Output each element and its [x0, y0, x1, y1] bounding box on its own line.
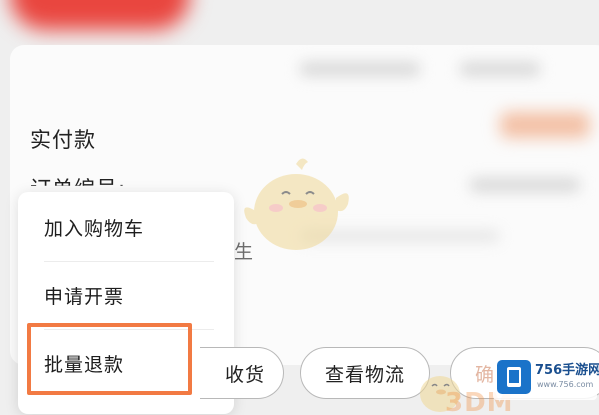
request-invoice-label: 申请开票 [44, 285, 125, 308]
view-logistics-label: 查看物流 [324, 363, 405, 386]
watermark-logo: 756手游网 www.756.com [493, 356, 599, 400]
chick-mascot-icon [244, 158, 349, 250]
confirm-receipt-label: 收货 [224, 363, 265, 386]
confirm-receipt-button[interactable]: 收货 [200, 347, 284, 399]
blurred-text [470, 178, 580, 192]
blurred-price [500, 112, 590, 138]
highlight-annotation-box [27, 323, 192, 395]
phone-box-logo-icon [497, 360, 531, 394]
watermark-site-url: www.756.com [537, 380, 594, 389]
header-banner [10, 0, 190, 30]
blurred-text [300, 62, 420, 76]
watermark-site-name: 756手游网 [535, 363, 599, 378]
add-to-cart-label: 加入购物车 [44, 217, 145, 240]
actual-payment-label: 实付款 [30, 128, 96, 152]
order-detail-screen: 实付款 订单编号: 生 加入购物车 申请开票 批量退款 收货 查看物流 确 [0, 0, 599, 415]
blurred-text [460, 62, 540, 76]
confirm-label: 确 [475, 363, 496, 386]
add-to-cart-item[interactable]: 加入购物车 [18, 194, 234, 260]
request-invoice-item[interactable]: 申请开票 [18, 262, 234, 328]
